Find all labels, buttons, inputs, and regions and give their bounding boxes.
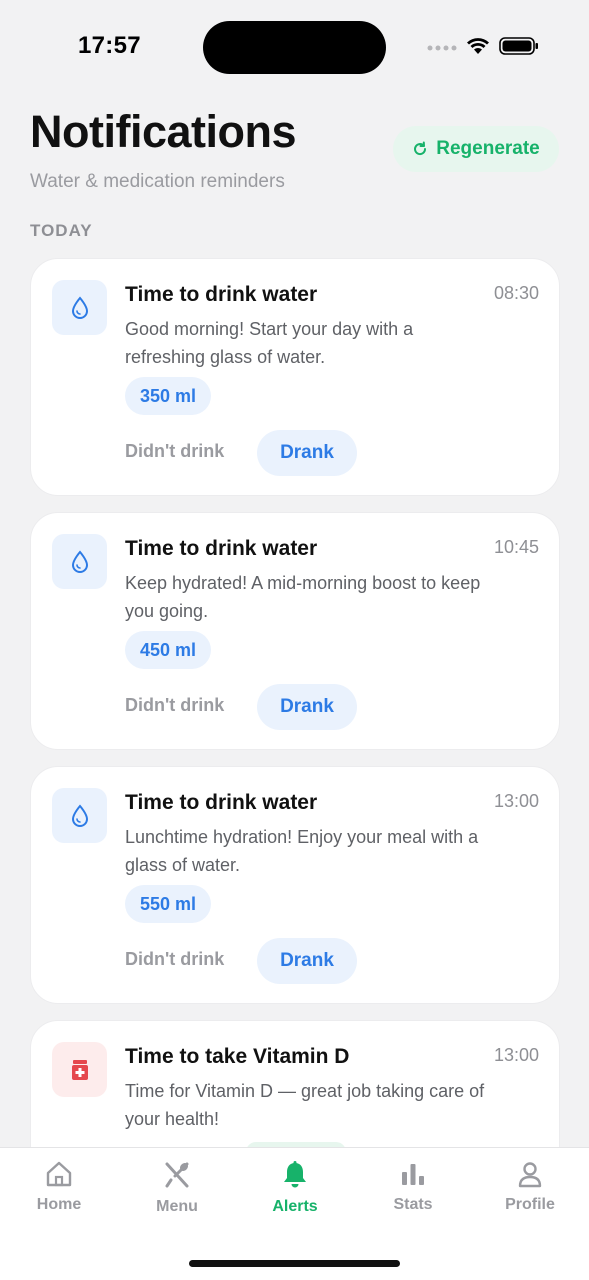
tab-profile[interactable]: Profile xyxy=(471,1160,589,1214)
notification-message: Keep hydrated! A mid-morning boost to ke… xyxy=(125,573,481,621)
drank-button[interactable]: Drank xyxy=(257,684,357,730)
water-drop-icon xyxy=(52,788,107,843)
tab-label: Profile xyxy=(505,1196,555,1213)
water-drop-icon xyxy=(52,534,107,589)
home-icon xyxy=(46,1161,72,1187)
page-subtitle: Water & medication reminders xyxy=(30,171,285,192)
page-title: Notifications xyxy=(30,106,297,157)
amount-badge: 550 ml xyxy=(125,885,212,923)
didnt-drink-button[interactable]: Didn't drink xyxy=(125,441,224,462)
tab-label: Alerts xyxy=(272,1198,318,1215)
user-icon xyxy=(518,1162,542,1188)
tab-label: Stats xyxy=(393,1196,433,1213)
notification-message: Good morning! Start your day with a refr… xyxy=(125,319,414,367)
status-icons xyxy=(427,36,539,56)
regenerate-button[interactable]: Regenerate xyxy=(393,126,559,172)
notification-list: Time to drink water 08:30 Good morning! … xyxy=(30,258,560,1274)
section-label-today: TODAY xyxy=(30,221,93,240)
refresh-icon xyxy=(414,141,427,156)
notification-time: 13:00 xyxy=(493,1045,539,1065)
status-bar: 17:57 xyxy=(0,0,589,95)
tab-menu[interactable]: Menu xyxy=(118,1160,236,1216)
status-time: 17:57 xyxy=(78,32,141,59)
tab-alerts[interactable]: Alerts xyxy=(236,1160,354,1216)
notification-message: Time for Vitamin D — great job taking ca… xyxy=(125,1081,485,1129)
amount-badge: 450 ml xyxy=(125,631,212,669)
tab-home[interactable]: Home xyxy=(0,1160,118,1214)
notification-title: Time to drink water xyxy=(125,283,318,306)
didnt-drink-button[interactable]: Didn't drink xyxy=(125,695,224,716)
notification-time: 13:00 xyxy=(493,791,539,811)
notification-card: Time to drink water 13:00 Lunchtime hydr… xyxy=(30,766,560,1004)
home-indicator xyxy=(189,1260,400,1267)
tab-label: Home xyxy=(36,1196,82,1213)
notification-title: Time to drink water xyxy=(125,791,318,814)
didnt-drink-button[interactable]: Didn't drink xyxy=(125,949,224,970)
notification-card: Time to drink water 10:45 Keep hydrated!… xyxy=(30,512,560,750)
drank-button[interactable]: Drank xyxy=(257,938,357,984)
signal-icon xyxy=(427,45,457,51)
tab-stats[interactable]: Stats xyxy=(354,1160,472,1214)
notification-title: Time to take Vitamin D xyxy=(125,1045,350,1068)
battery-icon xyxy=(499,37,538,55)
regenerate-label: Regenerate xyxy=(436,138,540,159)
medicine-icon xyxy=(52,1042,107,1097)
notification-time: 10:45 xyxy=(493,537,539,557)
notification-time: 08:30 xyxy=(493,283,539,303)
tab-label: Menu xyxy=(156,1198,198,1215)
water-drop-icon xyxy=(52,280,107,335)
bell-icon xyxy=(284,1161,306,1188)
notification-title: Time to drink water xyxy=(125,537,318,560)
drank-button[interactable]: Drank xyxy=(257,430,357,476)
notification-card: Time to drink water 08:30 Good morning! … xyxy=(30,258,560,496)
dynamic-island xyxy=(203,21,386,74)
wifi-icon xyxy=(467,38,489,54)
notification-message: Lunchtime hydration! Enjoy your meal wit… xyxy=(125,827,479,875)
bar-chart-icon xyxy=(402,1164,424,1185)
amount-badge: 350 ml xyxy=(125,377,212,415)
utensils-icon xyxy=(165,1162,189,1188)
